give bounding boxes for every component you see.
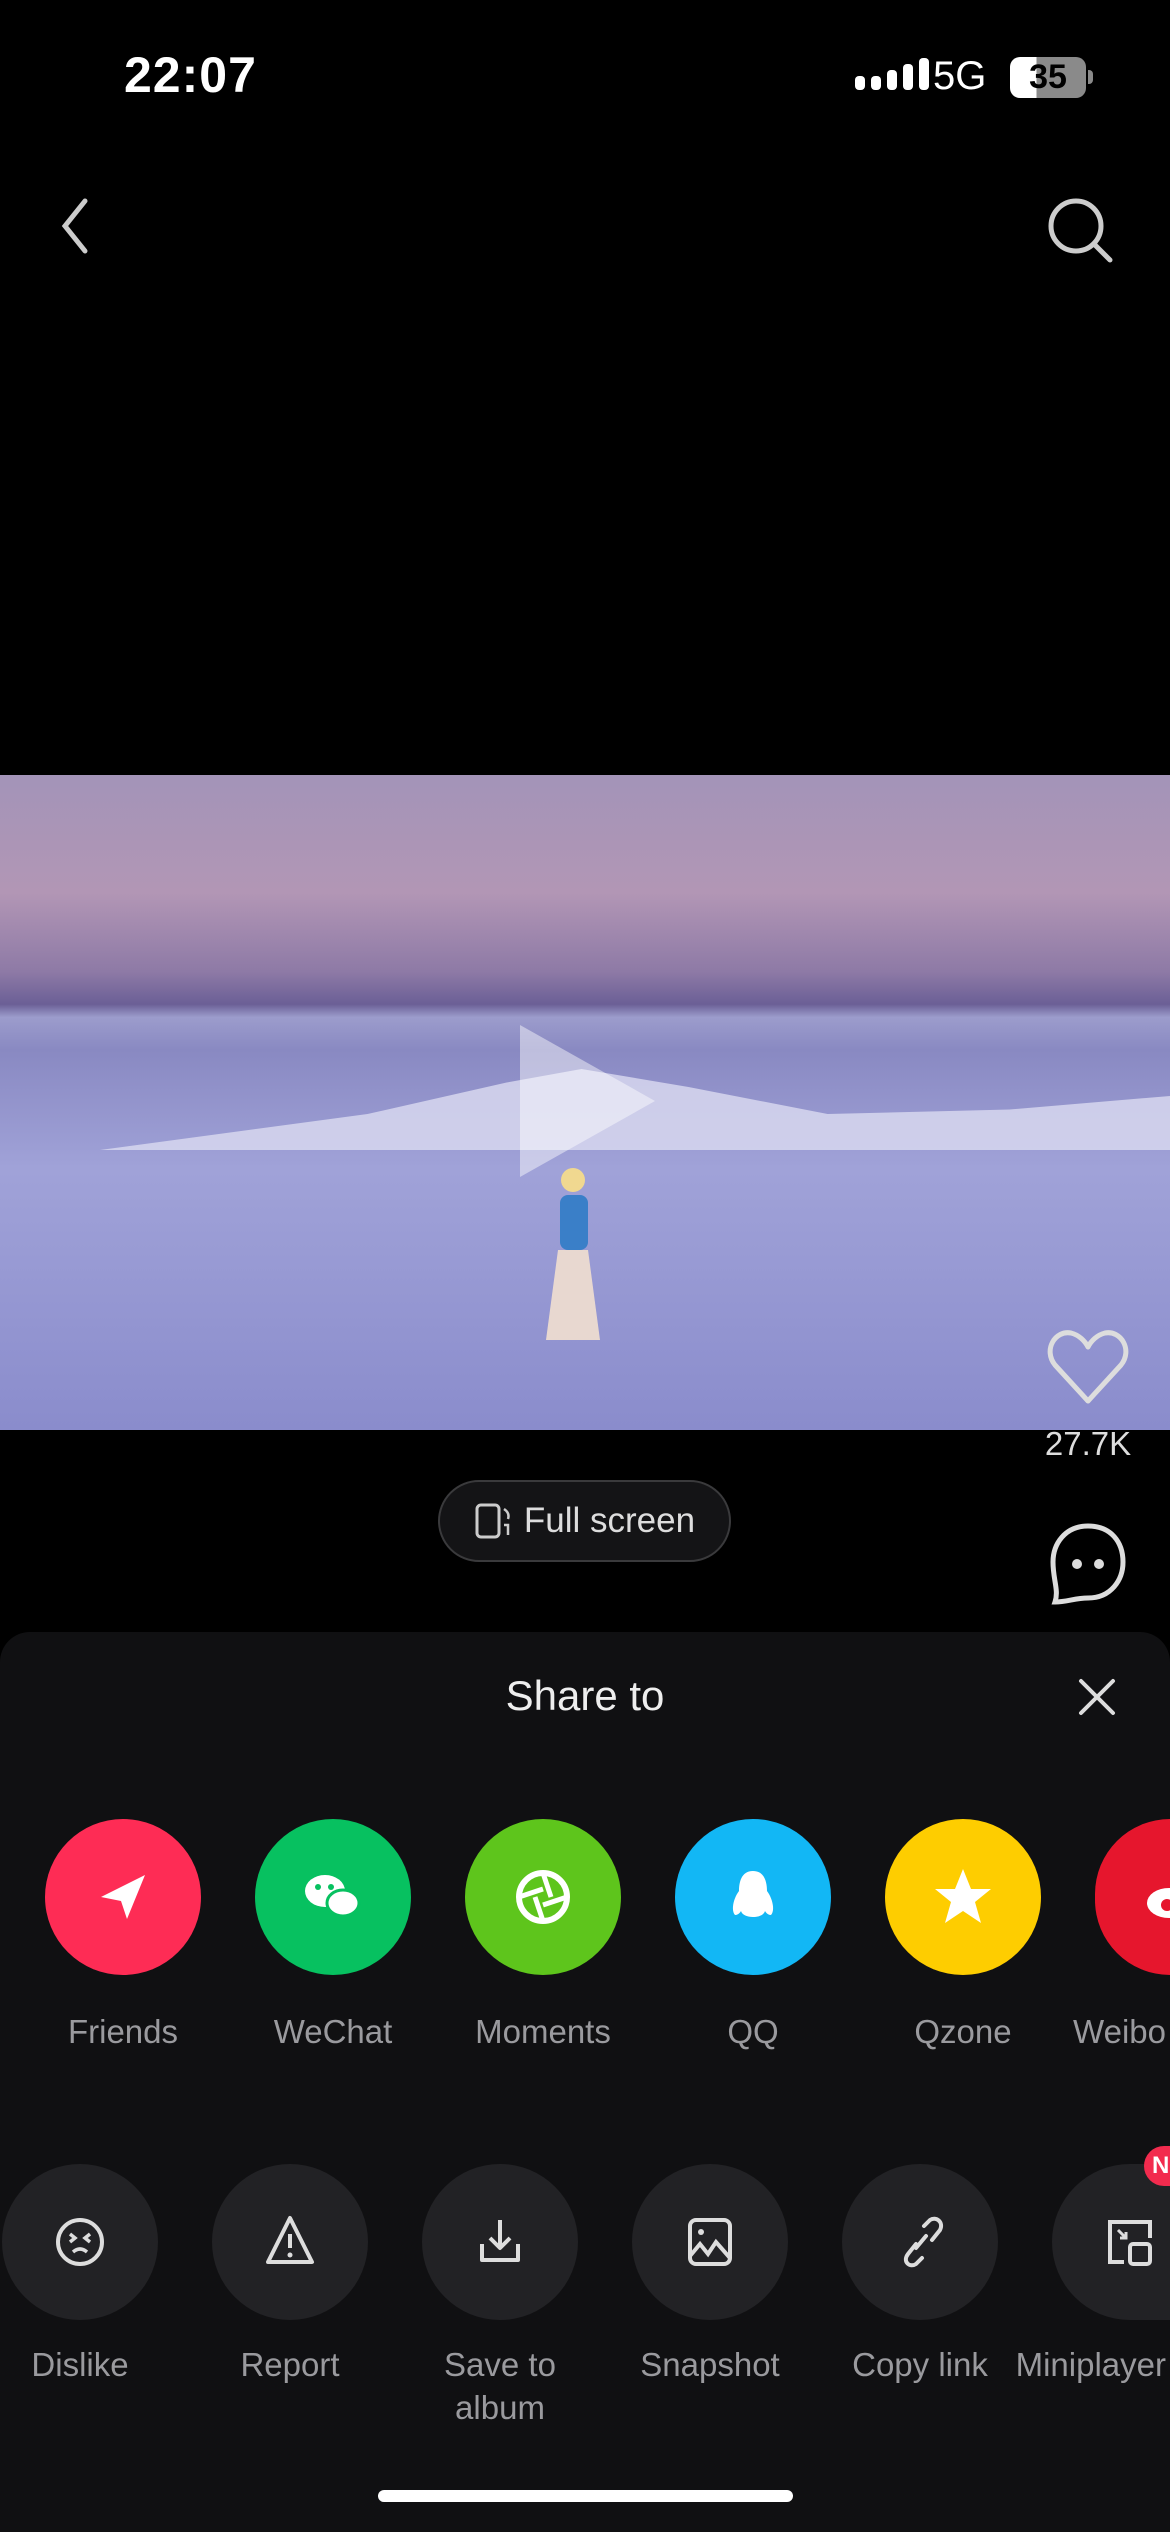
share-label: Friends [67, 2013, 179, 2050]
share-label: QQ [727, 2013, 779, 2050]
like-button[interactable] [1045, 1325, 1131, 1411]
action-label: Report [240, 2346, 340, 2383]
miniplayer-icon [1108, 2220, 1152, 2266]
share-sheet [0, 1632, 1170, 2532]
action-label: Copy link [852, 2346, 988, 2383]
download-icon [480, 2220, 520, 2262]
aperture-icon [516, 1870, 570, 1924]
dislike-face-icon [56, 2218, 104, 2266]
share-sheet-title: Share to [505, 1672, 665, 1719]
action-label: Dislike [31, 2346, 129, 2383]
like-count: 27.7K [1044, 1425, 1132, 1462]
play-button[interactable] [520, 1025, 655, 1177]
paper-plane-icon [101, 1875, 145, 1919]
share-label: Weibo [1073, 2013, 1166, 2050]
action-save-to-album-button[interactable] [422, 2164, 578, 2320]
star-icon [935, 1869, 991, 1923]
share-moments-button[interactable] [465, 1819, 621, 1975]
link-icon [903, 2216, 943, 2268]
full-screen-button[interactable]: Full screen [438, 1480, 731, 1562]
action-copy-link-button[interactable] [842, 2164, 998, 2320]
battery-tip [1088, 70, 1093, 84]
weibo-icon [1147, 1888, 1170, 1918]
network-type: 5G [933, 54, 987, 98]
share-qq-button[interactable] [675, 1819, 831, 1975]
action-label: Snapshot [640, 2346, 780, 2383]
battery-icon: 35 [1010, 57, 1086, 98]
share-label: Qzone [914, 2013, 1012, 2050]
search-icon[interactable] [1044, 194, 1116, 266]
action-report-button[interactable] [212, 2164, 368, 2320]
close-icon[interactable] [1076, 1676, 1118, 1718]
image-icon [688, 2218, 732, 2266]
rotate-phone-icon [475, 1503, 510, 1539]
signal-icon [855, 58, 929, 90]
status-time: 22:07 [124, 47, 257, 103]
full-screen-label: Full screen [523, 1501, 696, 1540]
back-button[interactable] [55, 195, 95, 257]
video-person [546, 1168, 600, 1340]
comment-button[interactable] [1045, 1520, 1131, 1610]
wechat-icon [305, 1875, 361, 1918]
penguin-icon [732, 1871, 774, 1917]
share-qzone-button[interactable] [885, 1819, 1041, 1975]
action-label: Save to album [444, 2346, 556, 2426]
home-indicator[interactable] [378, 2490, 793, 2502]
action-snapshot-button[interactable] [632, 2164, 788, 2320]
action-dislike-button[interactable] [2, 2164, 158, 2320]
share-label: WeChat [273, 2013, 393, 2050]
share-wechat-button[interactable] [255, 1819, 411, 1975]
share-friends-button[interactable] [45, 1819, 201, 1975]
action-label: Miniplayer [1015, 2346, 1166, 2383]
warning-icon [266, 2216, 314, 2264]
share-label: Moments [475, 2013, 611, 2050]
